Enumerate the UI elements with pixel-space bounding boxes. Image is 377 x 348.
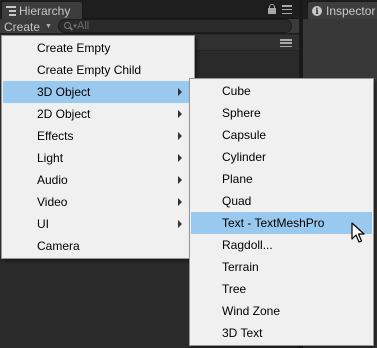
create-context-menu: Create Empty Create Empty Child 3D Objec… [1,35,195,259]
chevron-right-icon [178,132,182,140]
chevron-right-icon [178,198,182,206]
menu-item-video[interactable]: Video [3,191,193,213]
submenu-item-plane[interactable]: Plane [191,168,372,190]
menu-item-label: 3D Text [222,326,263,340]
tab-hierarchy-label: Hierarchy [19,3,71,18]
submenu-item-text-textmeshpro[interactable]: Text - TextMeshPro [191,212,372,234]
menu-item-label: Light [37,151,64,165]
menu-item-label: 3D Object [37,85,91,99]
hierarchy-toolbar: Create ▼ ▼ All [0,19,299,34]
chevron-right-icon [178,154,182,162]
menu-item-label: Terrain [222,260,259,274]
menu-item-ui[interactable]: UI [3,213,193,235]
menu-item-2d-object[interactable]: 2D Object [3,103,193,125]
chevron-right-icon [178,110,182,118]
create-dropdown-button[interactable]: Create ▼ [4,19,52,34]
submenu-item-quad[interactable]: Quad [191,190,372,212]
menu-item-create-empty[interactable]: Create Empty [3,37,193,59]
submenu-item-ragdoll[interactable]: Ragdoll... [191,234,372,256]
menu-item-light[interactable]: Light [3,147,193,169]
menu-item-label: Cube [222,84,251,98]
tab-strip: Hierarchy [0,0,299,19]
menu-item-label: Tree [222,282,247,296]
hierarchy-list-icon [6,5,16,16]
menu-item-camera[interactable]: Camera [3,235,193,257]
menu-item-effects[interactable]: Effects [3,125,193,147]
menu-item-label: Create Empty Child [37,63,142,77]
inspector-tab-strip: i Inspector [303,0,377,19]
submenu-item-terrain[interactable]: Terrain [191,256,372,278]
chevron-right-icon [178,176,182,184]
menu-item-label: Camera [37,239,80,253]
3d-object-submenu: Cube Sphere Capsule Cylinder Plane Quad … [189,78,374,346]
search-placeholder: All [77,20,90,32]
tab-inspector[interactable]: i Inspector [307,1,377,19]
tab-hierarchy[interactable]: Hierarchy [1,1,83,19]
scene-menu-icon[interactable] [280,39,292,47]
menu-item-label: Quad [222,194,252,208]
menu-item-label: Plane [222,172,253,186]
search-input[interactable]: ▼ All [58,19,292,33]
menu-item-label: Capsule [222,128,267,142]
submenu-item-wind-zone[interactable]: Wind Zone [191,300,372,322]
menu-item-label: Ragdoll... [222,238,273,252]
info-icon: i [312,5,322,16]
menu-item-label: Video [37,195,68,209]
menu-item-label: Create Empty [37,41,111,55]
chevron-down-icon: ▼ [45,23,52,30]
submenu-item-cylinder[interactable]: Cylinder [191,146,372,168]
menu-item-label: UI [37,217,49,231]
submenu-item-sphere[interactable]: Sphere [191,102,372,124]
submenu-item-capsule[interactable]: Capsule [191,124,372,146]
lock-icon[interactable] [268,4,276,14]
menu-item-create-empty-child[interactable]: Create Empty Child [3,59,193,81]
menu-item-label: Text - TextMeshPro [222,216,325,230]
submenu-item-tree[interactable]: Tree [191,278,372,300]
menu-item-audio[interactable]: Audio [3,169,193,191]
tab-menu-icon[interactable] [282,5,292,14]
chevron-right-icon [178,88,182,96]
menu-item-label: Sphere [222,106,261,120]
submenu-item-cube[interactable]: Cube [191,80,372,102]
menu-item-label: Audio [37,173,68,187]
create-label: Create [4,19,41,34]
chevron-right-icon [178,220,182,228]
search-icon[interactable]: ▼ [64,21,78,31]
menu-item-3d-object[interactable]: 3D Object [3,81,193,103]
mouse-pointer-icon [351,222,365,243]
menu-item-label: Wind Zone [222,304,281,318]
tab-inspector-label: Inspector [326,3,376,18]
menu-item-label: 2D Object [37,107,91,121]
submenu-item-3d-text[interactable]: 3D Text [191,322,372,344]
menu-item-label: Effects [37,129,74,143]
menu-item-label: Cylinder [222,150,267,164]
